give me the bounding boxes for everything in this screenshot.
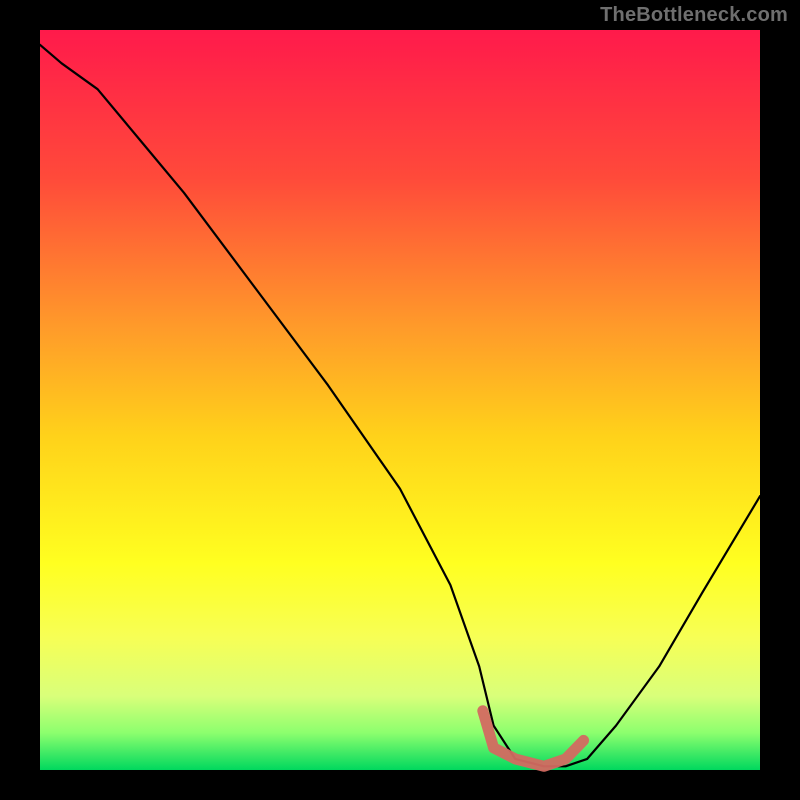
plot-area (40, 30, 760, 770)
chart-container: TheBottleneck.com (0, 0, 800, 800)
watermark-label: TheBottleneck.com (600, 4, 788, 27)
chart-svg (0, 0, 800, 800)
